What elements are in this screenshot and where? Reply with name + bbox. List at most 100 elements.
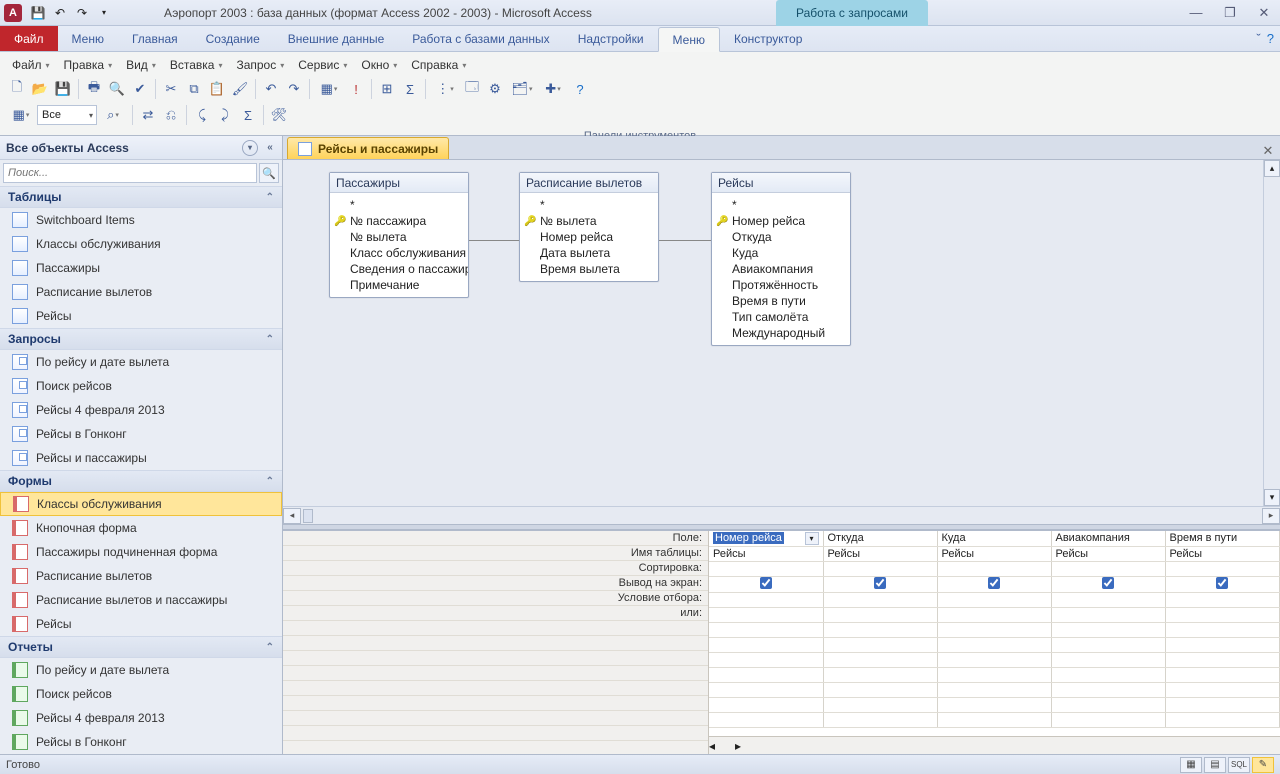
show-checkbox[interactable] [760, 577, 772, 589]
grid-cell[interactable] [1051, 637, 1165, 652]
file-tab[interactable]: Файл [0, 26, 58, 51]
cut-icon[interactable]: ✂ [160, 78, 182, 100]
menu-item[interactable]: Файл [6, 56, 56, 74]
view-icon[interactable]: ▦ [6, 104, 36, 126]
grid-cell[interactable] [1165, 622, 1279, 637]
nav-item[interactable]: Рейсы в Гонконг [0, 730, 282, 754]
grid-cell[interactable] [1051, 652, 1165, 667]
grid-cell-table[interactable]: Рейсы [823, 546, 937, 561]
scroll-handle[interactable] [303, 509, 313, 523]
nav-item[interactable]: Рейсы 4 февраля 2013 [0, 398, 282, 422]
field[interactable]: * [712, 197, 850, 213]
table-box[interactable]: Расписание вылетов*№ вылетаНомер рейсаДа… [519, 172, 659, 282]
table-header[interactable]: Рейсы [712, 173, 850, 193]
grid-cell[interactable] [709, 697, 823, 712]
build-icon[interactable]: 🛠 [268, 104, 290, 126]
grid-cell-show[interactable] [1051, 576, 1165, 592]
redo-icon[interactable]: ↷ [72, 3, 92, 23]
document-tab-active[interactable]: Рейсы и пассажиры [287, 137, 449, 159]
grid-cell[interactable] [709, 682, 823, 697]
sigma-icon[interactable]: Σ [237, 104, 259, 126]
grid-cell-show[interactable] [823, 576, 937, 592]
grid-cell[interactable] [709, 637, 823, 652]
field[interactable]: Авиакомпания [712, 261, 850, 277]
minimize-icon[interactable]: — [1184, 5, 1208, 21]
save-icon[interactable]: 💾 [52, 78, 74, 100]
grid-cell[interactable] [1165, 712, 1279, 727]
paste-icon[interactable]: 📋 [206, 78, 228, 100]
field[interactable]: * [520, 197, 658, 213]
copy-icon[interactable]: ⧉ [183, 78, 205, 100]
scroll-right-icon[interactable]: ▸ [1262, 508, 1280, 524]
nav-item[interactable]: Классы обслуживания [0, 232, 282, 256]
menu-item[interactable]: Окно [355, 56, 403, 74]
menu-item[interactable]: Справка [405, 56, 472, 74]
grid-cell-or[interactable] [937, 607, 1051, 622]
close-icon[interactable]: ✕ [1252, 5, 1276, 21]
grid-cell[interactable] [823, 637, 937, 652]
field[interactable]: Куда [712, 245, 850, 261]
grid-cell-show[interactable] [709, 576, 823, 592]
vertical-scrollbar[interactable]: ▴ ▾ [1263, 160, 1280, 506]
menu-item[interactable]: Запрос [230, 56, 290, 74]
ribbon-tab[interactable]: Надстройки [564, 26, 658, 51]
nav-item[interactable]: Расписание вылетов [0, 564, 282, 588]
ribbon-tab[interactable]: Работа с базами данных [398, 26, 563, 51]
grid-cell-or[interactable] [823, 607, 937, 622]
search-input[interactable] [3, 163, 257, 183]
grid-cell[interactable] [823, 682, 937, 697]
grid-cell[interactable] [1051, 712, 1165, 727]
grid-cell[interactable] [1165, 682, 1279, 697]
grid-cell[interactable] [937, 682, 1051, 697]
grid-cell[interactable] [1051, 667, 1165, 682]
grid-cell-field[interactable]: Куда [937, 531, 1051, 546]
field[interactable]: Дата вылета [520, 245, 658, 261]
nav-item[interactable]: Рейсы [0, 612, 282, 636]
show-table-icon[interactable]: ⊞ [376, 78, 398, 100]
field[interactable]: * [330, 197, 468, 213]
redo-icon[interactable]: ↷ [283, 78, 305, 100]
grid-cell-or[interactable] [1165, 607, 1279, 622]
grid-cell[interactable] [823, 712, 937, 727]
field[interactable]: Откуда [712, 229, 850, 245]
nav-item[interactable]: Switchboard Items [0, 208, 282, 232]
new-object-icon[interactable]: ✚ [538, 78, 568, 100]
field[interactable]: Протяжённость [712, 277, 850, 293]
grid-cell[interactable] [937, 697, 1051, 712]
grid-cell-or[interactable] [709, 607, 823, 622]
nav-collapse-icon[interactable]: « [264, 142, 276, 153]
ribbon-tab[interactable]: Внешние данные [274, 26, 399, 51]
nav-item[interactable]: Классы обслуживания [0, 492, 282, 516]
grid-cell-criteria[interactable] [1051, 592, 1165, 607]
field[interactable]: Класс обслуживания [330, 245, 468, 261]
view-pivot-icon[interactable]: ▤ [1204, 757, 1226, 773]
grid-cell[interactable] [937, 652, 1051, 667]
new-icon[interactable]: 🗋 [6, 78, 28, 100]
relationships-icon[interactable]: ⇄ [137, 104, 159, 126]
insert-rows-icon[interactable]: ⤹ [191, 104, 213, 126]
save-icon[interactable]: 💾 [28, 3, 48, 23]
grid-cell-sort[interactable] [823, 561, 937, 576]
qat-customize-icon[interactable]: ▾ [94, 3, 114, 23]
grid-cell-sort[interactable] [709, 561, 823, 576]
grid-cell-show[interactable] [1165, 576, 1279, 592]
grid-cell[interactable] [1051, 697, 1165, 712]
nav-item[interactable]: Рейсы и пассажиры [0, 446, 282, 470]
nav-item[interactable]: Пассажиры подчиненная форма [0, 540, 282, 564]
nav-item[interactable]: Расписание вылетов и пассажиры [0, 588, 282, 612]
field[interactable]: Международный [712, 325, 850, 341]
open-icon[interactable]: 📂 [29, 78, 51, 100]
menu-item[interactable]: Сервис [292, 56, 353, 74]
nav-header[interactable]: Все объекты Access ▾ « [0, 136, 282, 160]
grid-cell[interactable] [709, 622, 823, 637]
field[interactable]: Примечание [330, 277, 468, 293]
ribbon-tab[interactable]: Главная [118, 26, 192, 51]
print-icon[interactable]: 🖶 [83, 78, 105, 100]
grid-cell-sort[interactable] [937, 561, 1051, 576]
nav-item[interactable]: Расписание вылетов [0, 280, 282, 304]
query-type-icon[interactable]: ▦ [314, 78, 344, 100]
menu-item[interactable]: Вставка [164, 56, 229, 74]
builder-icon[interactable]: ⚙ [484, 78, 506, 100]
menu-item[interactable]: Вид [120, 56, 162, 74]
field[interactable]: Время в пути [712, 293, 850, 309]
